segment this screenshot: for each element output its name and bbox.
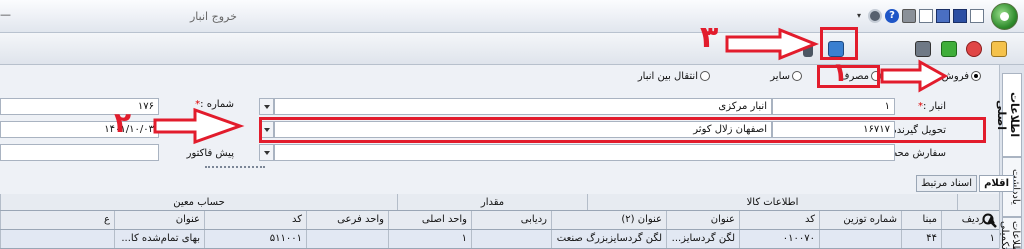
col-account-code[interactable]: کد [204, 211, 306, 229]
window-title: خروج انبار [190, 10, 237, 23]
group-account: حساب معین [0, 194, 397, 210]
table-row[interactable]: ۱ ۴۴ ۰۱۰۰۷۰ لگن گردسایز... لگن گردسایزبز… [0, 230, 999, 249]
quick-access-toolbar: ? ▾ [857, 9, 984, 23]
cell-account-code[interactable]: ۵۱۱۰۰۱ [204, 230, 306, 248]
group-blank [957, 194, 999, 210]
export-button[interactable] [797, 38, 819, 60]
col-code[interactable]: کد [739, 211, 819, 229]
cell-main-unit[interactable]: ۱ [388, 230, 471, 248]
date-label: *: [225, 123, 234, 134]
group-quantity: مقدار [397, 194, 587, 210]
col-account-title[interactable]: عنوان [114, 211, 204, 229]
radio-transfer-label: انتقال بین انبار [637, 70, 698, 82]
invoice-field[interactable] [0, 144, 159, 161]
search-icon[interactable] [981, 212, 998, 229]
new-icon [991, 41, 1007, 57]
date-field[interactable]: ۱۴۰۱/۱۰/۰۳ [0, 121, 159, 138]
save-icon[interactable] [953, 9, 967, 23]
annotation-box-add [820, 27, 858, 60]
group-item-info: اطلاعات کالا [587, 194, 957, 210]
invoice-label: پیش فاکتور [186, 148, 234, 159]
new-button[interactable] [988, 38, 1010, 60]
tools-icon[interactable] [868, 9, 882, 23]
cell-tracking[interactable] [471, 230, 551, 248]
tab-main-info[interactable]: اطلاعات اصلی [995, 73, 1022, 157]
col-main-unit[interactable]: واحد اصلی [388, 211, 471, 229]
save-as-icon[interactable] [936, 9, 950, 23]
annotation-number-3: ۳ [700, 20, 719, 55]
export-icon [803, 41, 813, 57]
radio-transfer-button[interactable] [700, 71, 710, 81]
cell-weigh-number[interactable] [819, 230, 901, 248]
col-tracking[interactable]: ردیابی [471, 211, 551, 229]
col-weigh-number[interactable]: شماره توزین [819, 211, 901, 229]
cell-account-extra[interactable] [0, 230, 114, 248]
main-toolbar [0, 33, 1024, 65]
cell-row[interactable]: ۱ [941, 230, 999, 248]
number-field[interactable]: ۱۷۶ [0, 98, 159, 115]
order-field[interactable] [274, 144, 895, 161]
col-basis[interactable]: مبنا [901, 211, 941, 229]
doc-icon[interactable] [919, 9, 933, 23]
tab-items[interactable]: اقلام [979, 175, 1014, 192]
title-bar: ? ▾ خروج انبار — [0, 0, 1024, 33]
app-logo-icon[interactable] [991, 3, 1018, 30]
radio-other[interactable]: سایر [770, 68, 802, 84]
cell-code[interactable]: ۰۱۰۰۷۰ [739, 230, 819, 248]
radio-other-button[interactable] [792, 71, 802, 81]
annotation-box-sale [817, 65, 880, 88]
grid-group-header: اطلاعات کالا مقدار حساب معین [0, 194, 999, 211]
side-tab-strip: اطلاعات اصلی یادداشت اطلاعات تکمیلی [995, 65, 1024, 249]
print-icon[interactable] [902, 9, 916, 23]
cell-title-2[interactable]: لگن گردسایزبزرگ صنعت ۱۰... [551, 230, 666, 248]
splitter-handle[interactable] [205, 166, 265, 169]
radio-transfer[interactable]: انتقال بین انبار [638, 68, 710, 84]
warehouse-code-field[interactable]: ۱ [772, 98, 895, 115]
dropdown-icon[interactable]: ▾ [857, 9, 865, 23]
help-icon[interactable]: ? [885, 9, 899, 23]
delete-icon [966, 41, 982, 57]
new-doc-icon[interactable] [970, 9, 984, 23]
order-dropdown-button[interactable] [259, 144, 274, 161]
radio-sale-label: فروش [941, 70, 969, 82]
grid-column-header: ▲ ردیف مبنا شماره توزین کد عنوان عنوان (… [0, 211, 999, 230]
annotation-box-receiver [259, 117, 986, 143]
radio-other-label: سایر [770, 70, 790, 82]
confirm-button[interactable] [938, 38, 960, 60]
cell-title[interactable]: لگن گردسایز... [666, 230, 739, 248]
tab-extra-info[interactable]: اطلاعات تکمیلی [999, 217, 1022, 249]
warehouse-dropdown-button[interactable] [259, 98, 274, 115]
number-label: شماره :* [195, 99, 234, 110]
tab-related-docs[interactable]: اسناد مرتبط [916, 175, 978, 192]
print-icon [915, 41, 931, 57]
col-sub-unit[interactable]: واحد فرعی [306, 211, 388, 229]
confirm-icon [941, 41, 957, 57]
minimize-button[interactable]: — [0, 8, 18, 24]
warehouse-name-field[interactable]: انبار مرکزی [274, 98, 772, 115]
grid-tab-strip: اقلام اسناد مرتبط [916, 175, 1014, 192]
warehouse-label: انبار :* [917, 101, 946, 112]
annotation-number-2: ۲ [114, 106, 132, 139]
print-button[interactable] [912, 38, 934, 60]
col-title[interactable]: عنوان [666, 211, 739, 229]
annotation-number-1: ۱ [832, 58, 848, 88]
radio-sale-button[interactable] [971, 71, 981, 81]
radio-sale[interactable]: فروش [942, 68, 981, 84]
cell-sub-unit[interactable] [306, 230, 388, 248]
cell-account-title[interactable]: بهای تمام‌شده کا... [114, 230, 204, 248]
delete-button[interactable] [963, 38, 985, 60]
col-title-2[interactable]: عنوان (۲) [551, 211, 666, 229]
cell-basis[interactable]: ۴۴ [901, 230, 941, 248]
col-account-extra[interactable]: ع [0, 211, 114, 229]
